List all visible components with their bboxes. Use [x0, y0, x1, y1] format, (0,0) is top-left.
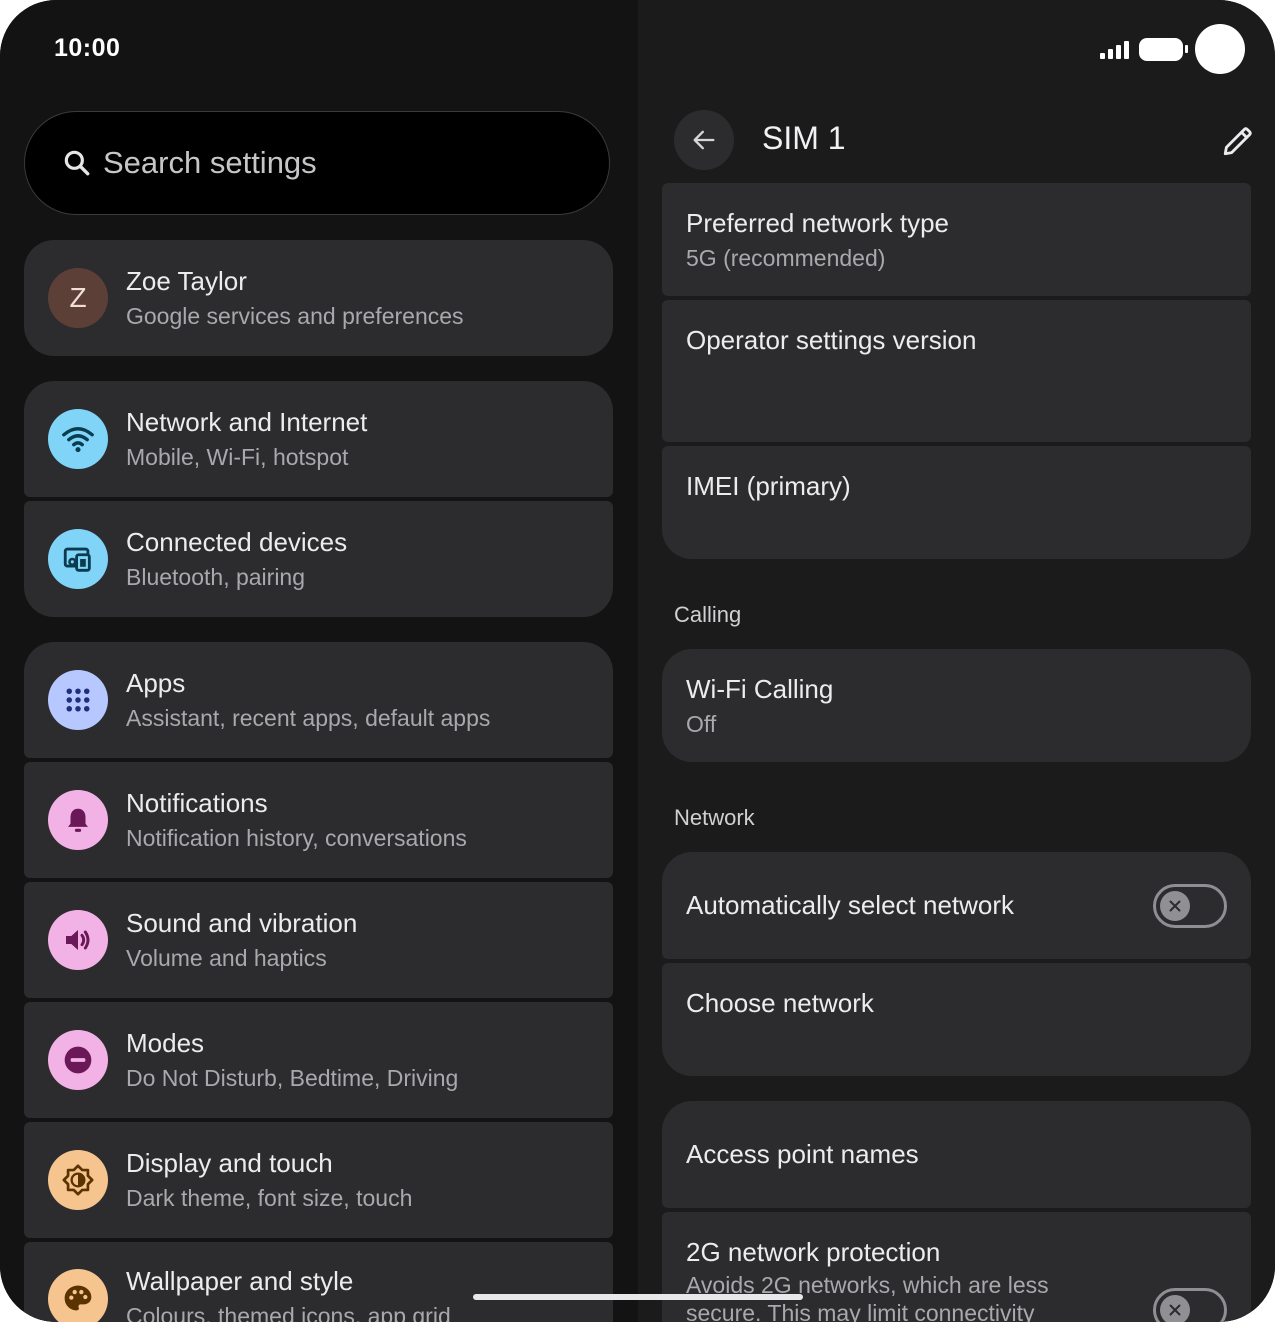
account-card[interactable]: Z Zoe Taylor Google services and prefere… [24, 240, 613, 356]
status-time: 10:00 [54, 34, 121, 62]
preferred-network-type-row[interactable]: Preferred network type 5G (recommended) [662, 183, 1251, 296]
settings-item-subtitle: Mobile, Wi-Fi, hotspot [126, 443, 349, 470]
settings-item-subtitle: Notification history, conversations [126, 824, 467, 851]
search-input[interactable] [103, 145, 543, 181]
settings-item-title: Wallpaper and style [126, 1266, 354, 1296]
imei-row[interactable]: IMEI (primary) [662, 446, 1251, 559]
row-title: Wi-Fi Calling [686, 674, 834, 704]
brightness-icon [48, 1150, 108, 1210]
settings-item-subtitle: Do Not Disturb, Bedtime, Driving [126, 1064, 459, 1091]
settings-item-subtitle: Bluetooth, pairing [126, 563, 306, 590]
status-icons [1100, 24, 1245, 74]
settings-item-title: Modes [126, 1027, 205, 1058]
close-icon [1160, 1295, 1190, 1322]
settings-list-pane: 10:00 Z Zoe Taylor Google services and p… [0, 0, 638, 1322]
auto-select-network-row[interactable]: Automatically select network [662, 852, 1251, 959]
row-title: Operator settings version [686, 325, 977, 355]
settings-item-display[interactable]: Display and touch Dark theme, font size,… [24, 1122, 613, 1238]
access-point-names-row[interactable]: Access point names [662, 1101, 1251, 1208]
signal-icon [1100, 39, 1129, 59]
operator-settings-version-row[interactable]: Operator settings version [662, 300, 1251, 442]
2g-protection-toggle[interactable] [1153, 1288, 1227, 1322]
search-icon [64, 150, 90, 176]
row-title: Access point names [686, 1139, 919, 1169]
camera-cutout [1195, 24, 1245, 74]
search-bar[interactable] [24, 111, 610, 215]
connected-devices-icon [48, 529, 108, 589]
settings-item-apps[interactable]: Apps Assistant, recent apps, default app… [24, 642, 613, 758]
wifi-calling-row[interactable]: Wi-Fi Calling Off [662, 649, 1251, 762]
settings-item-modes[interactable]: Modes Do Not Disturb, Bedtime, Driving [24, 1002, 613, 1118]
arrow-back-icon [693, 130, 715, 150]
row-title: Automatically select network [686, 890, 1015, 920]
account-subtitle: Google services and preferences [126, 302, 464, 329]
back-button[interactable] [674, 110, 734, 170]
section-header-calling: Calling [674, 602, 742, 627]
row-title: 2G network protection [686, 1237, 941, 1267]
do-not-disturb-icon [48, 1030, 108, 1090]
speaker-icon [48, 910, 108, 970]
apps-grid-icon [48, 670, 108, 730]
settings-item-network[interactable]: Network and Internet Mobile, Wi-Fi, hots… [24, 381, 613, 497]
section-header-network: Network [674, 805, 755, 830]
choose-network-row[interactable]: Choose network [662, 963, 1251, 1076]
device-screen: 10:00 Z Zoe Taylor Google services and p… [0, 0, 1275, 1322]
edit-pencil-icon[interactable] [1221, 124, 1255, 158]
settings-item-sound[interactable]: Sound and vibration Volume and haptics [24, 882, 613, 998]
settings-item-subtitle: Assistant, recent apps, default apps [126, 704, 491, 731]
settings-item-connected-devices[interactable]: Connected devices Bluetooth, pairing [24, 501, 613, 617]
wifi-icon [48, 409, 108, 469]
gesture-home-bar[interactable] [473, 1294, 803, 1300]
account-name: Zoe Taylor [126, 265, 247, 296]
avatar-initial: Z [69, 282, 87, 313]
settings-item-subtitle: Colours, themed icons, app grid [126, 1303, 451, 1322]
settings-item-title: Apps [126, 667, 186, 698]
settings-item-title: Notifications [126, 787, 268, 818]
settings-item-title: Display and touch [126, 1147, 333, 1178]
settings-item-title: Sound and vibration [126, 907, 358, 938]
settings-item-wallpaper[interactable]: Wallpaper and style Colours, themed icon… [24, 1242, 613, 1322]
settings-item-title: Connected devices [126, 526, 348, 557]
row-subtitle: Off [686, 711, 717, 737]
2g-protection-row[interactable]: 2G network protection Avoids 2G networks… [662, 1212, 1251, 1322]
settings-item-subtitle: Dark theme, font size, touch [126, 1184, 413, 1211]
auto-select-network-toggle[interactable] [1153, 883, 1227, 928]
battery-icon [1139, 37, 1188, 61]
palette-icon [48, 1269, 108, 1322]
settings-item-subtitle: Volume and haptics [126, 944, 327, 971]
avatar: Z [48, 268, 108, 328]
row-title: IMEI (primary) [686, 471, 851, 501]
settings-item-notifications[interactable]: Notifications Notification history, conv… [24, 762, 613, 878]
close-icon [1160, 890, 1190, 921]
page-title: SIM 1 [762, 120, 846, 156]
row-title: Choose network [686, 988, 874, 1018]
row-title: Preferred network type [686, 208, 950, 238]
settings-item-title: Network and Internet [126, 406, 368, 437]
bell-icon [48, 790, 108, 850]
row-subtitle: 5G (recommended) [686, 245, 886, 271]
